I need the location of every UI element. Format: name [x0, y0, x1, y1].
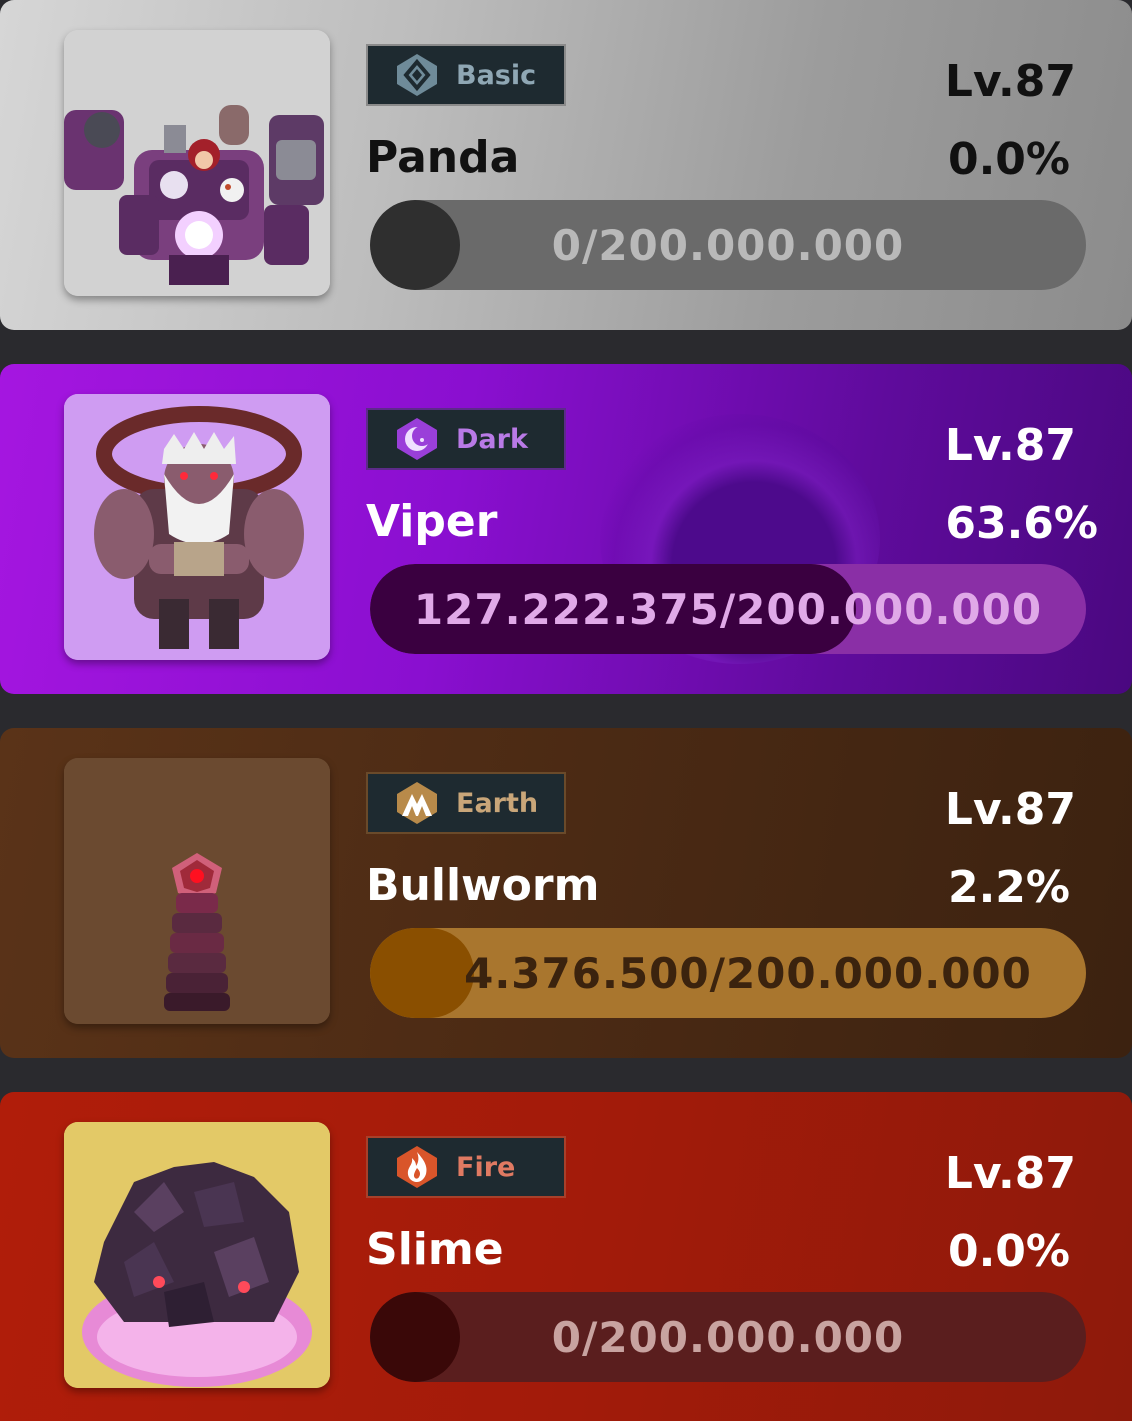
viper-boss-portrait [64, 394, 330, 660]
damage-progress-bar: 0/200.000.000 [370, 1292, 1086, 1382]
earth-mountain-icon [397, 782, 437, 824]
boss-level: Lv.87 [944, 1148, 1076, 1199]
boss-level: Lv.87 [944, 56, 1076, 107]
damage-percent: 0.0% [947, 134, 1070, 185]
element-label: Basic [456, 59, 537, 91]
boss-name: Panda [366, 132, 520, 183]
boss-name: Bullworm [366, 860, 600, 911]
boss-name: Viper [366, 496, 498, 547]
element-badge-earth: Earth [366, 772, 566, 834]
progress-text: 0/200.000.000 [551, 220, 905, 270]
element-badge-basic: Basic [366, 44, 566, 106]
fire-flame-icon [397, 1146, 437, 1188]
damage-progress-bar: 0/200.000.000 [370, 200, 1086, 290]
panda-boss-portrait [64, 30, 330, 296]
basic-element-icon [397, 54, 437, 96]
element-label: Dark [456, 423, 528, 455]
progress-text: 127.222.375/200.000.000 [413, 584, 1043, 634]
damage-percent: 63.6% [945, 498, 1098, 549]
progress-text: 0/200.000.000 [551, 1312, 905, 1362]
dark-moon-icon [397, 418, 437, 460]
boss-level: Lv.87 [944, 784, 1076, 835]
element-badge-fire: Fire [366, 1136, 566, 1198]
element-label: Earth [456, 787, 539, 819]
damage-percent: 0.0% [947, 1226, 1070, 1277]
boss-card-viper[interactable]: Dark Lv.87 Viper 63.6% 127.222.375/200.0… [0, 364, 1132, 694]
element-badge-dark: Dark [366, 408, 566, 470]
damage-progress-bar: 4.376.500/200.000.000 [370, 928, 1086, 1018]
element-label: Fire [456, 1151, 516, 1183]
boss-name: Slime [366, 1224, 504, 1275]
bullworm-boss-portrait [64, 758, 330, 1024]
slime-boss-portrait [64, 1122, 330, 1388]
boss-card-bullworm[interactable]: Earth Lv.87 Bullworm 2.2% 4.376.500/200.… [0, 728, 1132, 1058]
damage-progress-bar: 127.222.375/200.000.000 [370, 564, 1086, 654]
damage-percent: 2.2% [947, 862, 1070, 913]
boss-card-slime[interactable]: Fire Lv.87 Slime 0.0% 0/200.000.000 [0, 1092, 1132, 1421]
boss-level: Lv.87 [944, 420, 1076, 471]
progress-text: 4.376.500/200.000.000 [464, 948, 1032, 998]
boss-card-panda[interactable]: Basic Lv.87 Panda 0.0% 0/200.000.000 [0, 0, 1132, 330]
